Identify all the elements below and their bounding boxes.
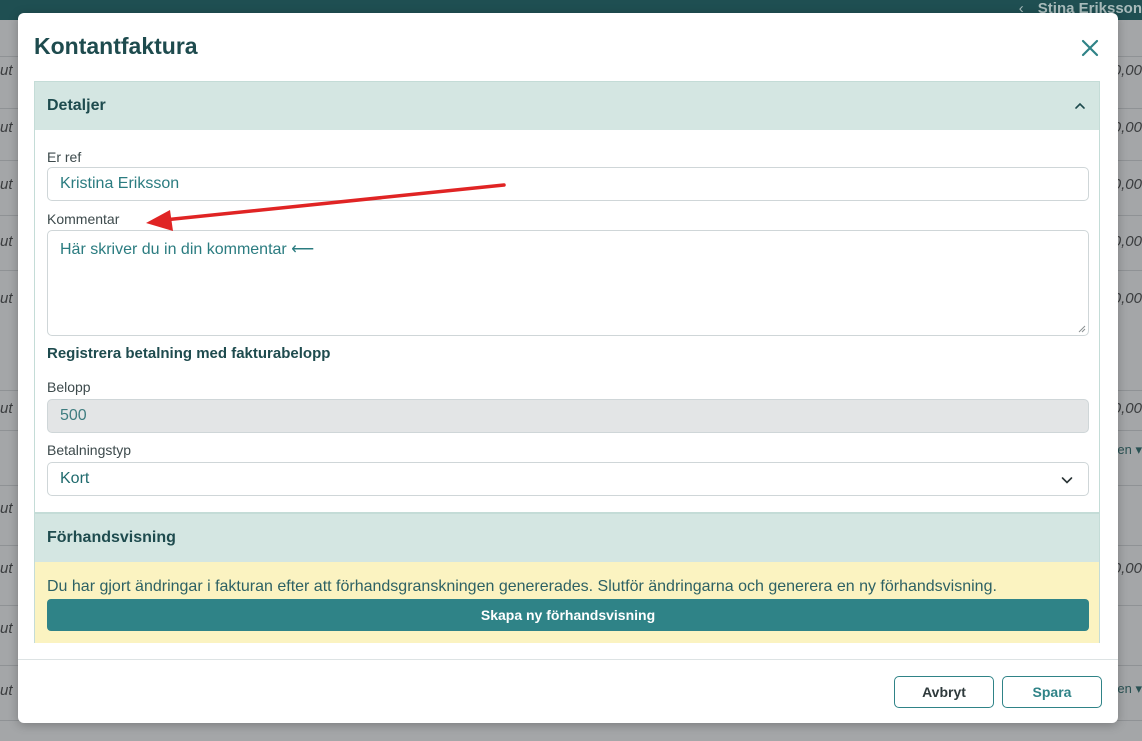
background-link: en ▾ [1117, 681, 1142, 696]
background-cell: ut [0, 290, 13, 307]
footer-divider [18, 659, 1118, 660]
details-section-header[interactable]: Detaljer [35, 82, 1099, 130]
background-cell: ut [0, 500, 13, 517]
kontantfaktura-dialog: Kontantfaktura Detaljer Er ref Kristina … [18, 13, 1118, 723]
er-ref-value: Kristina Eriksson [60, 175, 180, 192]
background-cell: ut [0, 62, 13, 79]
background-cell: ut [0, 176, 13, 193]
details-section: Detaljer Er ref Kristina Eriksson Kommen… [34, 81, 1100, 513]
comment-label: Kommentar [47, 211, 120, 227]
comment-textarea[interactable]: Här skriver du in din kommentar ⟵ [47, 230, 1089, 336]
comment-value: Här skriver du in din kommentar ⟵ [60, 241, 315, 258]
preview-section: Förhandsvisning Du har gjort ändringar i… [34, 513, 1100, 643]
payment-type-value: Kort [60, 470, 90, 487]
close-icon [1081, 39, 1099, 57]
details-section-title: Detaljer [47, 97, 106, 114]
background-cell: ut [0, 233, 13, 250]
background-link: en ▾ [1117, 442, 1142, 457]
close-button[interactable] [1079, 37, 1101, 59]
amount-input: 500 [47, 399, 1089, 433]
background-cell: ut [0, 682, 13, 699]
preview-notice-text: Du har gjort ändringar i fakturan efter … [47, 578, 997, 595]
background-cell: ut [0, 119, 13, 136]
preview-section-header: Förhandsvisning [35, 514, 1099, 562]
chevron-down-icon [1061, 477, 1073, 484]
dialog-title: Kontantfaktura [34, 33, 198, 59]
preview-section-title: Förhandsvisning [47, 529, 176, 546]
cancel-button[interactable]: Avbryt [894, 676, 994, 708]
background-cell: ut [0, 400, 13, 417]
payment-type-select[interactable]: Kort [47, 462, 1089, 496]
save-button[interactable]: Spara [1002, 676, 1102, 708]
er-ref-label: Er ref [47, 149, 82, 165]
er-ref-input[interactable]: Kristina Eriksson [47, 167, 1089, 201]
create-preview-button[interactable]: Skapa ny förhandsvisning [47, 599, 1089, 631]
chevron-up-icon [1075, 102, 1085, 109]
resize-grip-icon[interactable] [1078, 325, 1086, 333]
amount-label: Belopp [47, 379, 91, 395]
background-cell: ut [0, 560, 13, 577]
background-cell: ut [0, 620, 13, 637]
payment-heading: Registrera betalning med fakturabelopp [47, 345, 331, 362]
amount-value: 500 [60, 407, 87, 424]
payment-type-label: Betalningstyp [47, 442, 132, 458]
preview-notice: Du har gjort ändringar i fakturan efter … [35, 562, 1099, 643]
